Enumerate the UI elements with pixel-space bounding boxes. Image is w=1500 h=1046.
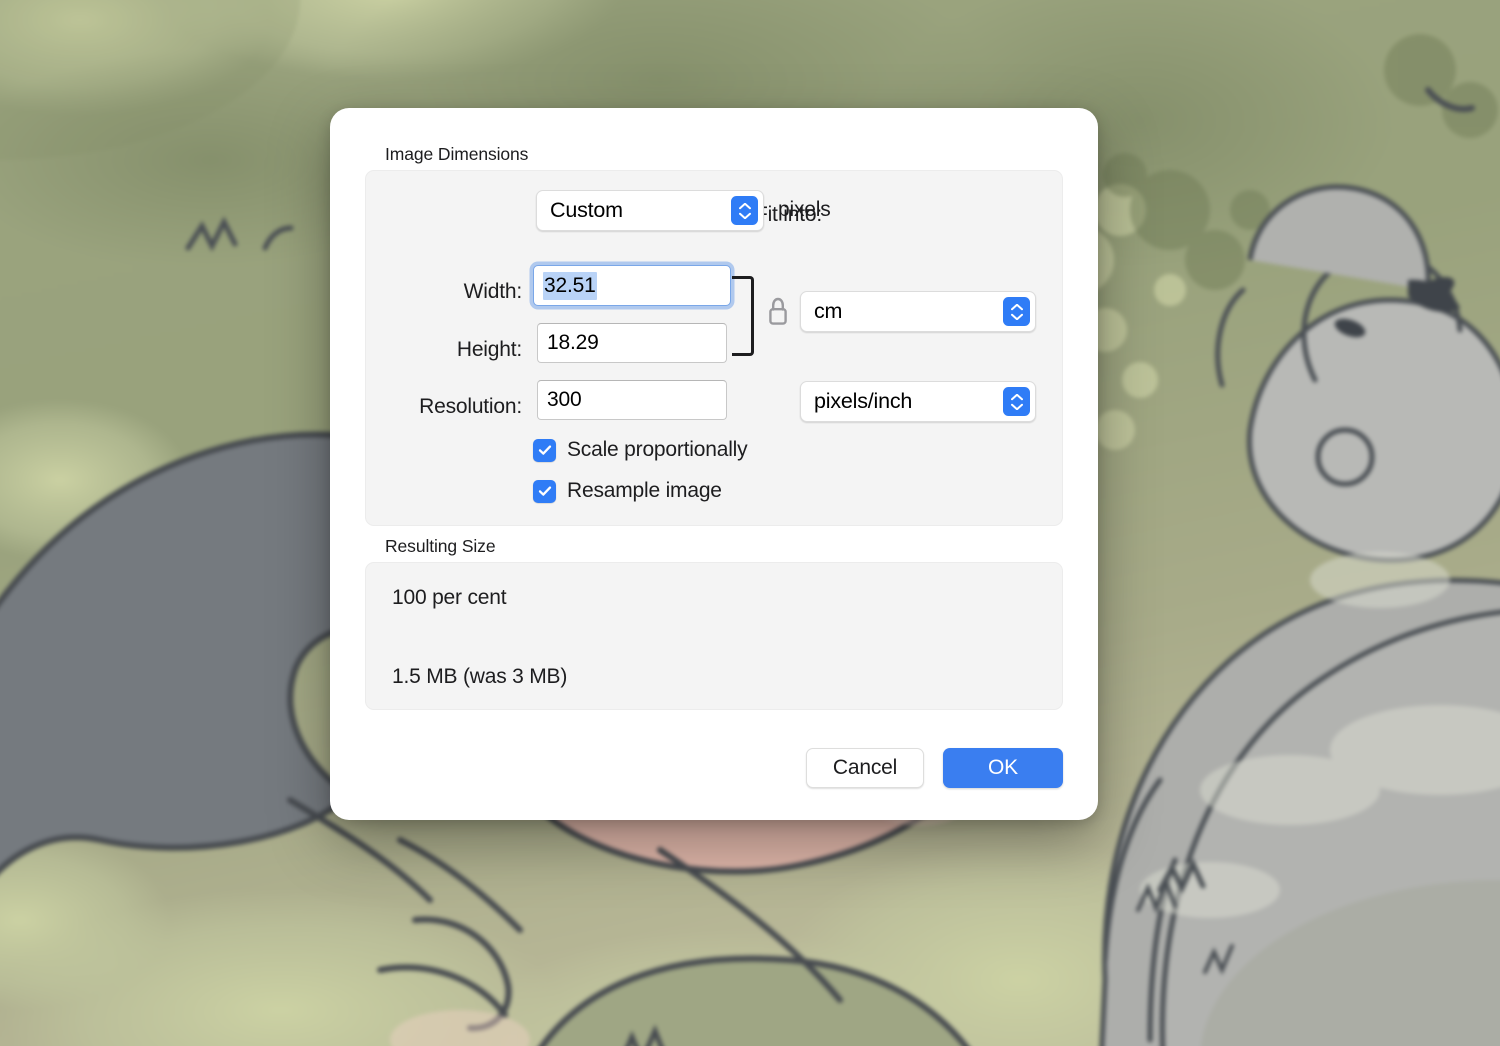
width-input[interactable]: 32.51 [533, 265, 731, 306]
chevron-up-down-icon [1003, 387, 1030, 416]
ok-button[interactable]: OK [943, 748, 1063, 788]
resulting-percent-text: 100 per cent [392, 586, 507, 609]
dimension-link-bracket [732, 276, 754, 356]
resulting-filesize-text: 1.5 MB (was 3 MB) [392, 665, 568, 688]
lock-closed-icon[interactable] [767, 296, 789, 328]
scale-proportionally-checkbox-row[interactable]: Scale proportionally [533, 438, 748, 462]
resample-image-label: Resample image [567, 479, 722, 502]
units-value: cm [814, 299, 843, 323]
image-dimensions-section-label: Image Dimensions [385, 144, 529, 164]
resolution-units-select[interactable]: pixels/inch [800, 381, 1036, 422]
resolution-input[interactable]: 300 [537, 380, 727, 420]
cancel-button[interactable]: Cancel [806, 748, 924, 788]
fit-into-units-text: pixels [778, 198, 831, 221]
units-select[interactable]: cm [800, 291, 1036, 332]
resulting-size-section-label: Resulting Size [385, 536, 496, 556]
height-value: 18.29 [547, 331, 599, 354]
cancel-button-label: Cancel [832, 756, 898, 779]
ok-button-label: OK [988, 756, 1018, 779]
resolution-value: 300 [547, 388, 582, 411]
scale-proportionally-label: Scale proportionally [567, 438, 748, 461]
fit-into-value: Custom [550, 198, 623, 222]
width-value: 32.51 [543, 272, 597, 300]
resample-image-checkbox[interactable] [533, 479, 556, 503]
checkmark-icon [538, 486, 551, 496]
chevron-up-down-icon [731, 196, 758, 225]
scale-proportionally-checkbox[interactable] [533, 438, 556, 462]
chevron-up-down-icon [1003, 297, 1030, 326]
resolution-units-value: pixels/inch [814, 389, 913, 413]
image-resize-dialog: Image Dimensions Fit into: Custom pixels… [330, 108, 1098, 820]
width-label: Width: [463, 280, 523, 303]
height-input[interactable]: 18.29 [537, 323, 727, 363]
fit-into-select[interactable]: Custom [536, 190, 764, 231]
height-label: Height: [456, 338, 522, 361]
screen: Image Dimensions Fit into: Custom pixels… [0, 0, 1500, 1046]
checkmark-icon [538, 445, 551, 455]
resolution-label: Resolution: [419, 395, 522, 418]
resample-image-checkbox-row[interactable]: Resample image [533, 479, 722, 503]
